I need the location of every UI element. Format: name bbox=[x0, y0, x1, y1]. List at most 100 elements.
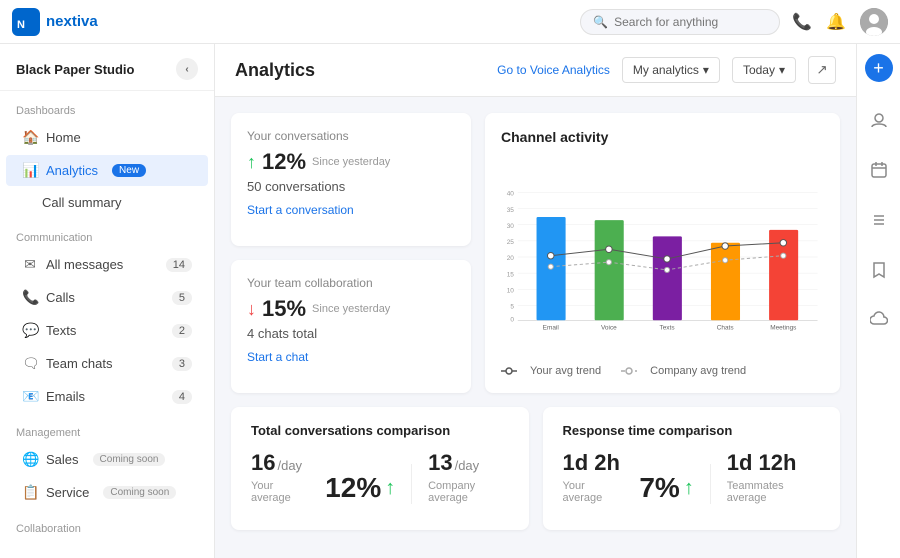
team-card-label: Your team collaboration bbox=[247, 276, 455, 290]
sidebar-item-sales[interactable]: 🌐 Sales Coming soon bbox=[6, 444, 208, 475]
team-stat: ↓ 15% Since yesterday bbox=[247, 296, 455, 322]
section-label-management: Management bbox=[0, 413, 214, 443]
svg-text:10: 10 bbox=[507, 288, 515, 295]
svg-text:30: 30 bbox=[507, 223, 515, 230]
sidebar-item-team-chats[interactable]: 🗨 Team chats 3 bbox=[6, 348, 208, 379]
channel-chart-svg: 40 35 30 25 20 15 10 5 0 bbox=[501, 157, 824, 357]
team-collaboration-card: Your team collaboration ↓ 15% Since yest… bbox=[231, 260, 471, 393]
company-dot-5 bbox=[781, 253, 786, 258]
today-dropdown[interactable]: Today ▾ bbox=[732, 57, 796, 83]
response-teammates-label: Teammates average bbox=[727, 480, 820, 504]
team-count: 4 chats total bbox=[247, 326, 455, 341]
cards-row-1: Your conversations ↑ 12% Since yesterday… bbox=[231, 113, 840, 393]
texts-icon: 💬 bbox=[22, 322, 38, 339]
sidebar-item-call-summary-label: Call summary bbox=[42, 195, 121, 210]
team-chats-icon: 🗨 bbox=[22, 355, 38, 372]
right-icon-calendar[interactable] bbox=[863, 154, 895, 186]
search-input[interactable] bbox=[614, 15, 754, 29]
channel-activity-card: Channel activity 40 35 30 25 20 15 10 5 bbox=[485, 113, 840, 393]
response-time-title: Response time comparison bbox=[563, 423, 821, 438]
start-conversation-link[interactable]: Start a conversation bbox=[247, 203, 354, 217]
company-avg-stat: 13/day Company average bbox=[428, 450, 508, 504]
bar-texts bbox=[653, 236, 682, 320]
svg-text:Email: Email bbox=[543, 324, 559, 331]
share-icon: ↗ bbox=[816, 62, 827, 78]
right-icon-list[interactable] bbox=[863, 204, 895, 236]
section-label-collaboration: Collaboration bbox=[0, 509, 214, 539]
sidebar-collapse-btn[interactable]: ‹ bbox=[176, 58, 198, 80]
divider bbox=[411, 464, 412, 504]
sidebar-item-team-chats-label: Team chats bbox=[46, 356, 112, 371]
sidebar-item-calls[interactable]: 📞 Calls 5 bbox=[6, 282, 208, 313]
svg-text:0: 0 bbox=[510, 317, 514, 324]
service-badge: Coming soon bbox=[103, 486, 176, 499]
response-pct: 7% bbox=[639, 472, 679, 504]
svg-text:20: 20 bbox=[507, 255, 515, 262]
chart-legend: Your avg trend Company avg trend bbox=[501, 365, 824, 377]
sidebar-item-analytics[interactable]: 📊 Analytics New bbox=[6, 155, 208, 186]
sidebar-company: Black Paper Studio ‹ bbox=[0, 44, 214, 91]
phone-icon[interactable]: 📞 bbox=[792, 12, 812, 32]
company-dot-4 bbox=[723, 258, 728, 263]
section-label-dashboards: Dashboards bbox=[0, 91, 214, 121]
voice-analytics-button[interactable]: Go to Voice Analytics bbox=[497, 63, 610, 77]
svg-text:35: 35 bbox=[507, 207, 515, 214]
company-dot-3 bbox=[664, 267, 669, 272]
app-logo[interactable]: N nextiva bbox=[12, 8, 98, 36]
sidebar-item-call-summary[interactable]: Call summary bbox=[6, 188, 208, 217]
sidebar: Black Paper Studio ‹ Dashboards 🏠 Home 📊… bbox=[0, 44, 215, 558]
total-pct: 12% bbox=[325, 472, 381, 504]
sidebar-item-home-label: Home bbox=[46, 130, 81, 145]
right-icon-user[interactable] bbox=[863, 104, 895, 136]
sidebar-item-emails[interactable]: 📧 Emails 4 bbox=[6, 381, 208, 412]
logo-text: nextiva bbox=[46, 13, 98, 30]
team-since: Since yesterday bbox=[312, 303, 390, 315]
sidebar-item-home[interactable]: 🏠 Home bbox=[6, 122, 208, 153]
start-chat-link[interactable]: Start a chat bbox=[247, 350, 308, 364]
analytics-icon: 📊 bbox=[22, 162, 38, 179]
my-analytics-dropdown[interactable]: My analytics ▾ bbox=[622, 57, 720, 83]
sales-badge: Coming soon bbox=[93, 453, 166, 466]
bell-icon[interactable]: 🔔 bbox=[826, 12, 846, 32]
svg-text:5: 5 bbox=[510, 304, 514, 311]
right-strip: + bbox=[856, 44, 900, 558]
sidebar-item-sales-label: Sales bbox=[46, 452, 79, 467]
chart-area: 40 35 30 25 20 15 10 5 0 bbox=[501, 157, 824, 357]
your-avg-val: 16 bbox=[251, 450, 275, 475]
add-button[interactable]: + bbox=[865, 54, 893, 82]
sidebar-item-texts[interactable]: 💬 Texts 2 bbox=[6, 315, 208, 346]
total-conversations-title: Total conversations comparison bbox=[251, 423, 509, 438]
company-avg-label: Company average bbox=[428, 480, 508, 504]
trend-dot-5 bbox=[780, 240, 786, 246]
total-pct-block: 12% ↑ bbox=[325, 472, 395, 504]
total-pct-arrow: ↑ bbox=[385, 477, 395, 500]
top-navigation: N nextiva 🔍 📞 🔔 bbox=[0, 0, 900, 44]
conversations-since: Since yesterday bbox=[312, 156, 390, 168]
emails-icon: 📧 bbox=[22, 388, 38, 405]
sidebar-item-service[interactable]: 📋 Service Coming soon bbox=[6, 477, 208, 508]
team-trend-icon: ↓ bbox=[247, 299, 256, 320]
response-your-label: Your average bbox=[563, 480, 624, 504]
nav-icons: 📞 🔔 bbox=[792, 8, 888, 36]
bar-voice bbox=[595, 220, 624, 320]
avatar[interactable] bbox=[860, 8, 888, 36]
sales-icon: 🌐 bbox=[22, 451, 38, 468]
right-icon-bookmark[interactable] bbox=[863, 254, 895, 286]
right-icon-cloud[interactable] bbox=[863, 304, 895, 336]
analytics-new-badge: New bbox=[112, 164, 146, 177]
section-label-communication: Communication bbox=[0, 218, 214, 248]
share-button[interactable]: ↗ bbox=[808, 56, 836, 84]
trend-dot-2 bbox=[606, 246, 612, 252]
response-teammates-val: 1d 12h bbox=[727, 450, 797, 475]
company-dot-2 bbox=[606, 260, 611, 265]
company-trend-legend: Company avg trend bbox=[621, 365, 746, 377]
svg-text:Meetings: Meetings bbox=[770, 324, 796, 331]
response-teammates: 1d 12h Teammates average bbox=[727, 450, 820, 504]
search-bar[interactable]: 🔍 bbox=[580, 9, 780, 35]
sidebar-item-all-messages[interactable]: ✉ All messages 14 bbox=[6, 249, 208, 280]
conversations-card: Your conversations ↑ 12% Since yesterday… bbox=[231, 113, 471, 246]
content-header: Analytics Go to Voice Analytics My analy… bbox=[215, 44, 856, 97]
search-icon: 🔍 bbox=[593, 15, 608, 29]
svg-text:Voice: Voice bbox=[601, 324, 617, 331]
home-icon: 🏠 bbox=[22, 129, 38, 146]
